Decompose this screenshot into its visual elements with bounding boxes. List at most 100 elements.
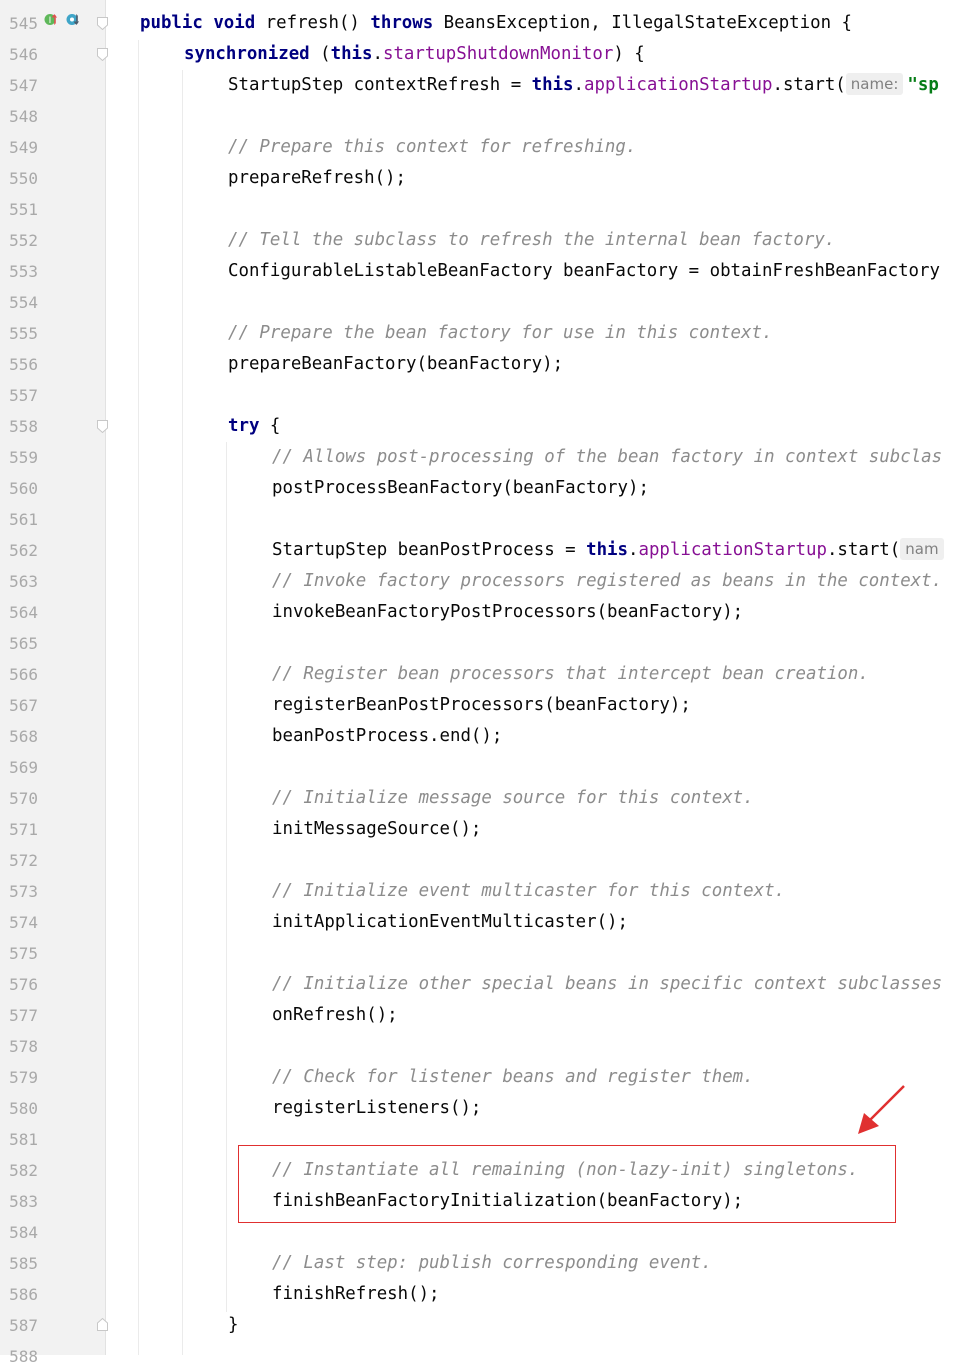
keyword: this <box>586 540 628 560</box>
keyword: this <box>531 75 574 95</box>
line-number: 547 <box>9 76 38 95</box>
line-number: 580 <box>9 1099 38 1118</box>
code-line-552[interactable]: // Tell the subclass to refresh the inte… <box>228 225 835 256</box>
line-number: 567 <box>9 696 38 715</box>
line-number: 582 <box>9 1161 38 1180</box>
code-line-553[interactable]: ConfigurableListableBeanFactory beanFact… <box>228 256 940 287</box>
line-number: 585 <box>9 1254 38 1273</box>
line-number: 588 <box>9 1347 38 1366</box>
line-number: 568 <box>9 727 38 746</box>
line-number: 554 <box>9 293 38 312</box>
code-line-587[interactable]: } <box>228 1310 238 1341</box>
parameter-hint: nam <box>900 538 944 560</box>
parameter-hint: name: <box>845 73 904 95</box>
code-line-571[interactable]: initMessageSource(); <box>272 814 481 845</box>
line-number: 545 <box>9 14 38 33</box>
line-number: 553 <box>9 262 38 281</box>
line-number: 548 <box>9 107 38 126</box>
code-line-576[interactable]: // Initialize other special beans in spe… <box>272 969 942 1000</box>
field-name: applicationStartup <box>584 75 773 95</box>
code-text: StartupStep contextRefresh = <box>228 75 532 95</box>
keyword: try <box>228 416 260 436</box>
override-up-icon[interactable]: I <box>44 13 57 26</box>
code-line-546[interactable]: synchronized (this.startupShutdownMonito… <box>184 39 645 70</box>
code-line-568[interactable]: beanPostProcess.end(); <box>272 721 502 752</box>
code-text: .start( <box>826 540 901 560</box>
code-line-579[interactable]: // Check for listener beans and register… <box>272 1062 754 1093</box>
line-number: 562 <box>9 541 38 560</box>
line-number: 572 <box>9 851 38 870</box>
keyword: void <box>213 13 256 33</box>
line-number: 578 <box>9 1037 38 1056</box>
indent-guide <box>138 40 139 1355</box>
code-text: BeansException, IllegalStateException { <box>433 13 853 33</box>
code-text: . <box>372 44 383 64</box>
line-number: 576 <box>9 975 38 994</box>
keyword: this <box>330 44 373 64</box>
line-number: 565 <box>9 634 38 653</box>
line-number: 584 <box>9 1223 38 1242</box>
line-number-gutter: 545 546 547 548 549 550 551 552 553 554 … <box>0 0 108 1366</box>
code-line-567[interactable]: registerBeanPostProcessors(beanFactory); <box>272 690 691 721</box>
code-line-577[interactable]: onRefresh(); <box>272 1000 398 1031</box>
line-number: 556 <box>9 355 38 374</box>
implemented-down-icon[interactable] <box>66 13 79 26</box>
code-line-559[interactable]: // Allows post-processing of the bean fa… <box>272 442 942 473</box>
field-name: applicationStartup <box>638 540 827 560</box>
code-line-586[interactable]: finishRefresh(); <box>272 1279 440 1310</box>
line-number: 571 <box>9 820 38 839</box>
string-literal: "sp <box>907 75 939 95</box>
code-line-556[interactable]: prepareBeanFactory(beanFactory); <box>228 349 563 380</box>
line-number: 559 <box>9 448 38 467</box>
keyword: synchronized <box>184 44 310 64</box>
line-number: 573 <box>9 882 38 901</box>
line-number: 583 <box>9 1192 38 1211</box>
indent-guide <box>182 70 183 1355</box>
line-number: 569 <box>9 758 38 777</box>
line-number: 587 <box>9 1316 38 1335</box>
keyword: public <box>140 13 203 33</box>
line-number: 555 <box>9 324 38 343</box>
code-line-562[interactable]: StartupStep beanPostProcess = this.appli… <box>272 535 948 566</box>
line-number: 561 <box>9 510 38 529</box>
indent-guide <box>226 442 227 1312</box>
code-line-566[interactable]: // Register bean processors that interce… <box>272 659 869 690</box>
line-number: 546 <box>9 45 38 64</box>
line-number: 575 <box>9 944 38 963</box>
code-line-555[interactable]: // Prepare the bean factory for use in t… <box>228 318 772 349</box>
code-line-560[interactable]: postProcessBeanFactory(beanFactory); <box>272 473 649 504</box>
keyword: throws <box>370 13 434 33</box>
code-line-580[interactable]: registerListeners(); <box>272 1093 481 1124</box>
code-line-547[interactable]: StartupStep contextRefresh = this.applic… <box>228 70 939 101</box>
line-number: 579 <box>9 1068 38 1087</box>
line-number: 551 <box>9 200 38 219</box>
code-text: StartupStep beanPostProcess = <box>272 540 587 560</box>
highlight-box <box>238 1145 896 1223</box>
code-line-570[interactable]: // Initialize message source for this co… <box>272 783 754 814</box>
red-arrow-icon <box>858 1085 905 1134</box>
line-number: 563 <box>9 572 38 591</box>
code-line-563[interactable]: // Invoke factory processors registered … <box>272 566 942 597</box>
line-number: 550 <box>9 169 38 188</box>
line-number: 574 <box>9 913 38 932</box>
line-number: 577 <box>9 1006 38 1025</box>
line-number: 570 <box>9 789 38 808</box>
svg-text:I: I <box>49 16 52 26</box>
code-line-564[interactable]: invokeBeanFactoryPostProcessors(beanFact… <box>272 597 743 628</box>
code-text: . <box>573 75 585 95</box>
code-line-550[interactable]: prepareRefresh(); <box>228 163 406 194</box>
code-text: . <box>628 540 639 560</box>
line-number: 558 <box>9 417 38 436</box>
line-number: 564 <box>9 603 38 622</box>
code-line-574[interactable]: initApplicationEventMulticaster(); <box>272 907 628 938</box>
line-number: 552 <box>9 231 38 250</box>
code-line-573[interactable]: // Initialize event multicaster for this… <box>272 876 785 907</box>
code-line-545[interactable]: public void refresh() throws BeansExcept… <box>140 8 852 39</box>
line-number: 581 <box>9 1130 38 1149</box>
line-number: 586 <box>9 1285 38 1304</box>
line-number: 560 <box>9 479 38 498</box>
line-number: 557 <box>9 386 38 405</box>
code-line-585[interactable]: // Last step: publish corresponding even… <box>272 1248 712 1279</box>
code-line-549[interactable]: // Prepare this context for refreshing. <box>228 132 636 163</box>
code-line-558[interactable]: try { <box>228 411 280 442</box>
